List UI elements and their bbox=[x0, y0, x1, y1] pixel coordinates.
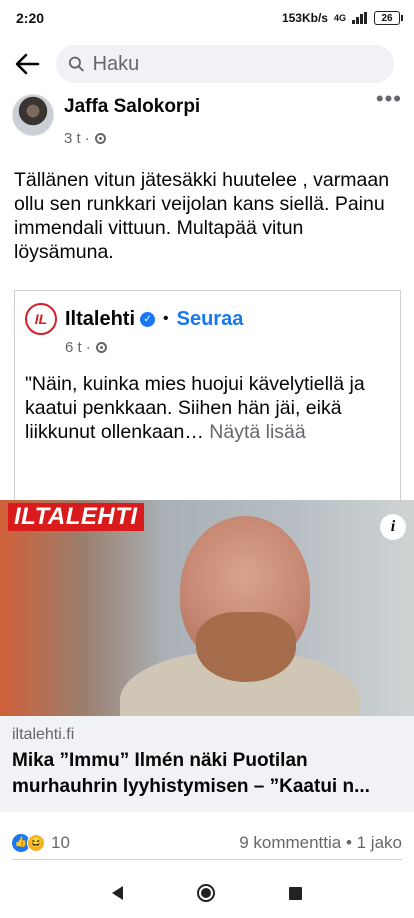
net-speed: 153Kb/s bbox=[281, 11, 328, 25]
battery-icon: 26 bbox=[374, 11, 403, 25]
shared-post-card[interactable]: IL Iltalehti ✓ • Seuraa 6 t · "Näin, kui… bbox=[14, 290, 401, 500]
image-brand-logo: ILTALEHTI bbox=[8, 503, 144, 531]
comments-shares-count[interactable]: 9 kommenttia • 1 jako bbox=[239, 833, 402, 853]
system-nav-bar bbox=[0, 868, 414, 918]
post-time[interactable]: 3 t bbox=[64, 130, 81, 147]
post-meta: 3 t · bbox=[24, 130, 107, 147]
more-options-button[interactable]: ••• bbox=[376, 88, 402, 114]
app-header bbox=[0, 36, 414, 92]
haha-icon: 😆 bbox=[27, 833, 45, 852]
info-icon[interactable]: i bbox=[380, 514, 406, 540]
meta-dot: · bbox=[85, 339, 91, 356]
network-label: 4G bbox=[333, 13, 346, 23]
shared-post-time[interactable]: 6 t bbox=[65, 339, 82, 356]
verified-badge-icon: ✓ bbox=[140, 311, 156, 327]
nav-back-icon[interactable] bbox=[112, 886, 123, 900]
see-more-link[interactable]: Näytä lisää bbox=[209, 421, 305, 443]
meta-dot: · bbox=[84, 130, 90, 147]
photo-beard bbox=[196, 612, 296, 682]
reactions-bar: 👍 😆 10 9 kommenttia • 1 jako bbox=[12, 826, 402, 860]
search-icon bbox=[68, 56, 84, 72]
nav-home-icon[interactable] bbox=[197, 884, 215, 902]
shared-post-meta: 6 t · bbox=[15, 339, 400, 356]
shared-post-header: IL Iltalehti ✓ • Seuraa bbox=[15, 291, 400, 335]
search-box[interactable] bbox=[56, 45, 394, 83]
shared-post-body: "Näin, kuinka mies huojui kävelytiellä j… bbox=[25, 373, 365, 443]
status-time: 2:20 bbox=[16, 10, 45, 26]
nav-recents-icon[interactable] bbox=[289, 886, 302, 900]
signal-icon bbox=[352, 12, 367, 24]
separator-dot: • bbox=[163, 310, 169, 327]
arrow-left-icon bbox=[15, 53, 40, 75]
post-text: Tällänen vitun jätesäkki huutelee , varm… bbox=[14, 169, 390, 263]
gear-icon bbox=[95, 342, 107, 353]
reaction-icons[interactable]: 👍 😆 bbox=[12, 833, 45, 852]
shared-post-text: "Näin, kuinka mies huojui kävelytiellä j… bbox=[15, 356, 400, 444]
gear-icon bbox=[94, 133, 106, 144]
reaction-count[interactable]: 10 bbox=[51, 833, 70, 853]
page-name[interactable]: Iltalehti bbox=[65, 308, 135, 331]
status-bar: 2:20 153Kb/s 4G 26 bbox=[0, 0, 414, 36]
author-name[interactable]: Jaffa Salokorpi bbox=[64, 96, 200, 118]
status-indicators: 153Kb/s 4G 26 bbox=[281, 11, 403, 25]
back-button[interactable] bbox=[12, 49, 42, 79]
link-title: Mika ”Immu” Ilmén näki Puotilan murhauhr… bbox=[12, 750, 370, 797]
follow-button[interactable]: Seuraa bbox=[177, 308, 244, 331]
article-image[interactable]: ILTALEHTI i bbox=[0, 500, 414, 716]
link-preview[interactable]: iltalehti.fi Mika ”Immu” Ilmén näki Puot… bbox=[0, 716, 414, 812]
page-logo[interactable]: IL bbox=[25, 303, 57, 335]
link-domain: iltalehti.fi bbox=[12, 726, 75, 743]
search-input[interactable] bbox=[92, 52, 382, 76]
